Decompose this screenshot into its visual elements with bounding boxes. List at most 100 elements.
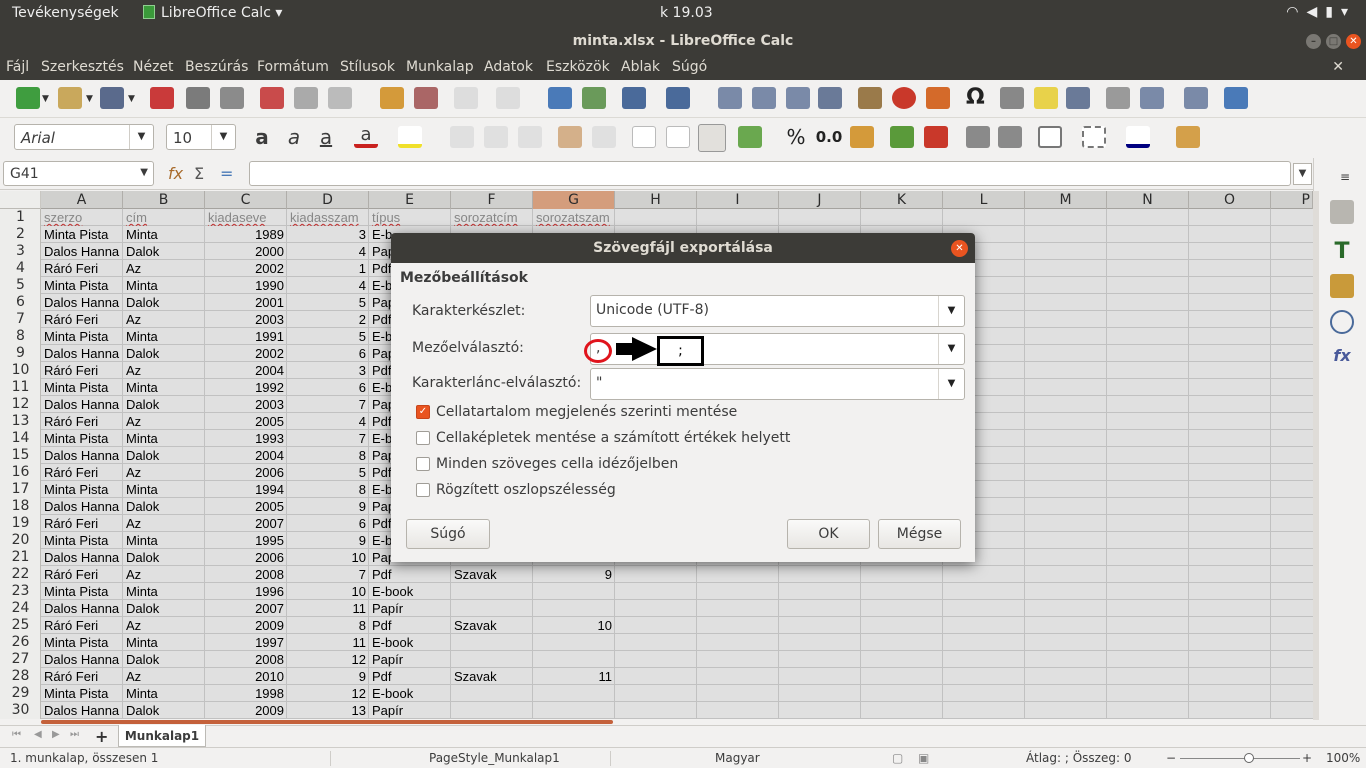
- row-header[interactable]: 21: [0, 549, 41, 566]
- row-header[interactable]: 17: [0, 481, 41, 498]
- activities-button[interactable]: Tevékenységek: [12, 5, 119, 21]
- menu-styles[interactable]: Stílusok: [340, 59, 395, 75]
- clear-formatting-icon[interactable]: [414, 87, 438, 109]
- formula-input[interactable]: [249, 161, 1291, 186]
- menu-tools[interactable]: Eszközök: [546, 59, 610, 75]
- window-close-icon[interactable]: ✕: [1346, 34, 1361, 49]
- align-middle-icon[interactable]: [666, 126, 690, 148]
- align-left-icon[interactable]: [450, 126, 474, 148]
- gallery-icon[interactable]: [1330, 274, 1354, 298]
- power-menu-icon[interactable]: ▾: [1341, 4, 1356, 20]
- align-top-icon[interactable]: [632, 126, 656, 148]
- row-header[interactable]: 2: [0, 226, 41, 243]
- border-color-icon[interactable]: [1126, 126, 1150, 148]
- sheet-tab[interactable]: Munkalap1: [118, 725, 206, 747]
- charset-select[interactable]: Unicode (UTF-8) ▼: [590, 295, 965, 327]
- chevron-down-icon[interactable]: ▼: [42, 94, 49, 104]
- page-style[interactable]: PageStyle_Munkalap1: [429, 751, 560, 765]
- cancel-button[interactable]: Mégse: [878, 519, 961, 549]
- chevron-down-icon[interactable]: ▼: [938, 334, 964, 364]
- row-header[interactable]: 16: [0, 464, 41, 481]
- print-preview-icon[interactable]: [220, 87, 244, 109]
- zoom-in-icon[interactable]: +: [1302, 751, 1312, 765]
- dialog-close-icon[interactable]: ✕: [951, 240, 968, 257]
- row-header[interactable]: 20: [0, 532, 41, 549]
- number-format-icon[interactable]: 0.0: [814, 126, 844, 148]
- conditional-format-icon[interactable]: [1176, 126, 1200, 148]
- redo-icon[interactable]: [496, 87, 520, 109]
- row-header[interactable]: 24: [0, 600, 41, 617]
- percent-format-icon[interactable]: %: [784, 126, 808, 148]
- decrease-indent-icon[interactable]: [998, 126, 1022, 148]
- font-color-icon[interactable]: a: [354, 126, 378, 148]
- zoom-level[interactable]: 100%: [1326, 751, 1360, 765]
- chevron-down-icon[interactable]: ▼: [938, 296, 964, 326]
- date-format-icon[interactable]: [850, 126, 874, 148]
- insert-mode-icon[interactable]: ▢: [892, 751, 903, 765]
- insert-image-icon[interactable]: [858, 87, 882, 109]
- vertical-scrollbar[interactable]: [1313, 191, 1319, 720]
- row-header[interactable]: 27: [0, 651, 41, 668]
- chevron-down-icon[interactable]: ▼: [938, 369, 964, 399]
- ok-button[interactable]: OK: [787, 519, 870, 549]
- freeze-rows-columns-icon[interactable]: [1140, 87, 1164, 109]
- sort-ascending-icon[interactable]: [752, 87, 776, 109]
- menu-view[interactable]: Nézet: [133, 59, 174, 75]
- row-header[interactable]: 14: [0, 430, 41, 447]
- find-replace-icon[interactable]: [548, 87, 572, 109]
- quote-all-text-label[interactable]: Minden szöveges cella idézőjelben: [436, 456, 678, 472]
- delete-decimal-icon[interactable]: [924, 126, 948, 148]
- row-header[interactable]: 5: [0, 277, 41, 294]
- underline-icon[interactable]: a: [314, 126, 338, 148]
- first-sheet-icon[interactable]: ⏮: [12, 729, 21, 740]
- new-document-icon[interactable]: [16, 87, 40, 109]
- borders-icon[interactable]: [1038, 126, 1062, 148]
- chevron-down-icon[interactable]: ▼: [129, 125, 153, 149]
- copy-icon[interactable]: [294, 87, 318, 109]
- italic-icon[interactable]: a: [282, 126, 306, 148]
- menu-help[interactable]: Súgó: [672, 59, 707, 75]
- chevron-down-icon[interactable]: ▼: [140, 167, 148, 178]
- menu-window[interactable]: Ablak: [621, 59, 660, 75]
- chevron-down-icon[interactable]: ▼: [128, 94, 135, 104]
- functions-icon[interactable]: fx: [1330, 344, 1354, 368]
- clock[interactable]: k 19.03: [660, 5, 713, 21]
- border-style-icon[interactable]: [1082, 126, 1106, 148]
- wrap-text-icon[interactable]: [558, 126, 582, 148]
- row-header[interactable]: 30: [0, 702, 41, 719]
- language[interactable]: Magyar: [715, 751, 760, 765]
- export-pdf-icon[interactable]: [150, 87, 174, 109]
- row-header[interactable]: 28: [0, 668, 41, 685]
- fixed-width-label[interactable]: Rögzített oszlopszélesség: [436, 482, 616, 498]
- previous-sheet-icon[interactable]: ◀: [34, 729, 42, 740]
- split-window-icon[interactable]: [1184, 87, 1208, 109]
- row-header[interactable]: 11: [0, 379, 41, 396]
- currency-format-icon[interactable]: [738, 126, 762, 148]
- add-decimal-icon[interactable]: [890, 126, 914, 148]
- merge-cells-icon[interactable]: [592, 126, 616, 148]
- row-header[interactable]: 15: [0, 447, 41, 464]
- row-header[interactable]: 1: [0, 209, 41, 226]
- battery-icon[interactable]: ▮: [1325, 4, 1341, 20]
- row-header[interactable]: 9: [0, 345, 41, 362]
- chevron-down-icon[interactable]: ▼: [211, 125, 235, 149]
- app-menu-button[interactable]: LibreOffice Calc ▾: [143, 5, 282, 21]
- add-sheet-icon[interactable]: +: [95, 727, 108, 746]
- autofilter-icon[interactable]: [818, 87, 842, 109]
- row-header[interactable]: 25: [0, 617, 41, 634]
- function-wizard-icon[interactable]: fx: [168, 164, 183, 183]
- checkbox-fixed-width[interactable]: [416, 483, 430, 497]
- hyperlink-icon[interactable]: [1000, 87, 1024, 109]
- close-document-icon[interactable]: ✕: [1332, 59, 1344, 75]
- special-character-icon[interactable]: Ω: [966, 87, 990, 109]
- row-header[interactable]: 10: [0, 362, 41, 379]
- row-header[interactable]: 22: [0, 566, 41, 583]
- spellcheck-icon[interactable]: [582, 87, 606, 109]
- clone-formatting-icon[interactable]: [380, 87, 404, 109]
- row-header[interactable]: 26: [0, 634, 41, 651]
- sort-icon[interactable]: [718, 87, 742, 109]
- styles-icon[interactable]: T: [1330, 240, 1354, 264]
- menu-sheet[interactable]: Munkalap: [406, 59, 474, 75]
- sum-icon[interactable]: Σ: [194, 164, 204, 183]
- menu-insert[interactable]: Beszúrás: [185, 59, 248, 75]
